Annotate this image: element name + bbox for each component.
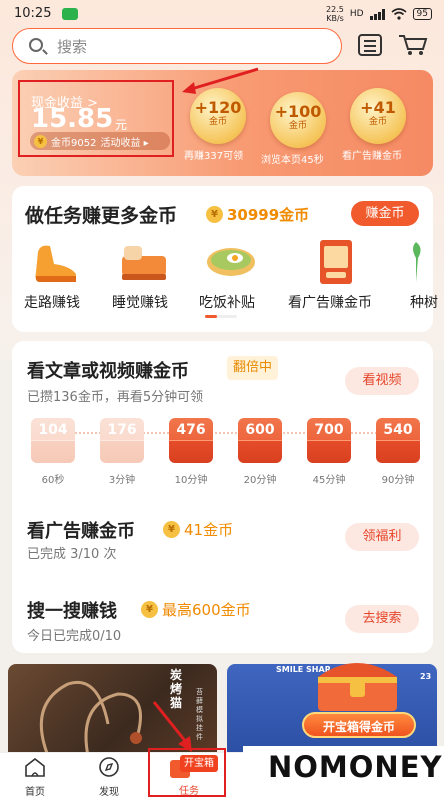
reward-envelope[interactable]: 176 [100,418,144,463]
search-row-title: 搜一搜赚钱 [27,601,117,622]
wechat-icon [62,8,78,20]
tab-discover[interactable]: 发现 [79,756,139,797]
compass-icon [99,757,119,777]
article-title: 看文章或视频赚金币 [27,361,189,382]
bubble-caption-1: 再赚337可领 [184,151,244,162]
coin-icon: ¥ [163,521,180,538]
reward-time-label: 45分钟 [312,475,346,486]
search-row-progress: 今日已完成0/10 [27,629,122,644]
task-ad-label[interactable]: 看广告赚金币 [288,292,372,312]
reward-envelope[interactable]: 700 [307,418,351,463]
reward-envelope[interactable]: 540 [376,418,420,463]
tab-home[interactable]: 首页 [5,756,65,797]
watermark-logo: NOMONEY [268,750,443,784]
ad-book-icon[interactable] [310,238,362,286]
status-bar: 10:25 22.5 KB/s HD 95 [0,0,444,28]
hd-label: HD [349,9,364,19]
food-bowl-icon[interactable] [205,238,257,286]
wifi-icon [391,8,407,20]
search-icon [29,38,43,52]
home-icon [25,757,45,777]
highlight-box [148,748,226,797]
annotation-arrow-icon [152,701,192,752]
search-input[interactable]: 搜索 [12,28,342,64]
search-row-coins: ¥ 最高600金币 [141,599,251,620]
coin-bubble-2[interactable]: +100 金币 [270,92,326,148]
task-tree-label[interactable]: 种树 [410,292,438,312]
task-meal-label[interactable]: 吃饭补贴 [199,292,255,312]
task-sleep-label[interactable]: 睡觉赚钱 [112,292,168,312]
status-right: 22.5 KB/s HD 95 [326,5,432,23]
reward-time-label: 20分钟 [243,475,277,486]
coin-icon: ¥ [141,601,158,618]
ad-row-title: 看广告赚金币 [27,521,135,542]
coin-bubble-1[interactable]: +120 金币 [190,88,246,144]
bubble-caption-2: 浏览本页45秒 [261,155,324,166]
battery-icon: 95 [412,8,432,20]
task-card-title: 做任务赚更多金币 [25,205,178,227]
reward-envelope[interactable]: 104 [31,418,75,463]
watch-video-button[interactable]: 看视频 [345,367,419,395]
list-icon[interactable] [358,34,382,56]
coin-icon: ¥ [206,206,223,223]
task-card-coins: ¥ 30999金币 [206,204,309,225]
promo-number: 23 [420,672,432,681]
status-time: 10:25 [14,6,52,21]
bubble-caption-3: 看广告赚金币 [342,151,402,162]
reward-envelope[interactable]: 600 [238,418,282,463]
search-placeholder: 搜索 [57,38,88,56]
net-speed: 22.5 KB/s [326,5,344,23]
open-chest-button[interactable]: 开宝箱得金币 [302,712,416,738]
reward-time-label: 90分钟 [381,475,415,486]
go-search-button[interactable]: 去搜索 [345,605,419,633]
highlight-box [18,80,174,157]
task-walk-label[interactable]: 走路赚钱 [24,292,80,312]
earn-coins-button[interactable]: 赚金币 [351,201,419,226]
plant-icon[interactable] [406,238,436,286]
ad-row-coins: ¥ 41金币 [163,519,233,540]
article-subtitle: 已攒136金币，再看5分钟可领 [27,390,204,405]
treasure-chest-icon [318,663,397,711]
double-badge: 翻倍中 [227,356,279,380]
reward-envelope[interactable]: 476 [169,418,213,463]
reward-time-label: 3分钟 [108,475,136,486]
bed-icon[interactable] [118,238,170,286]
reward-time-label: 10分钟 [174,475,208,486]
reward-time-label: 60秒 [41,475,65,486]
carousel-indicator [205,315,237,318]
signal-icon [369,8,385,20]
cart-icon[interactable] [398,34,428,56]
coin-bubble-3[interactable]: +41 金币 [350,88,406,144]
ad-row-progress: 已完成 3/10 次 [27,547,117,562]
claim-benefit-button[interactable]: 领福利 [345,523,419,551]
shoe-icon[interactable] [30,238,82,286]
